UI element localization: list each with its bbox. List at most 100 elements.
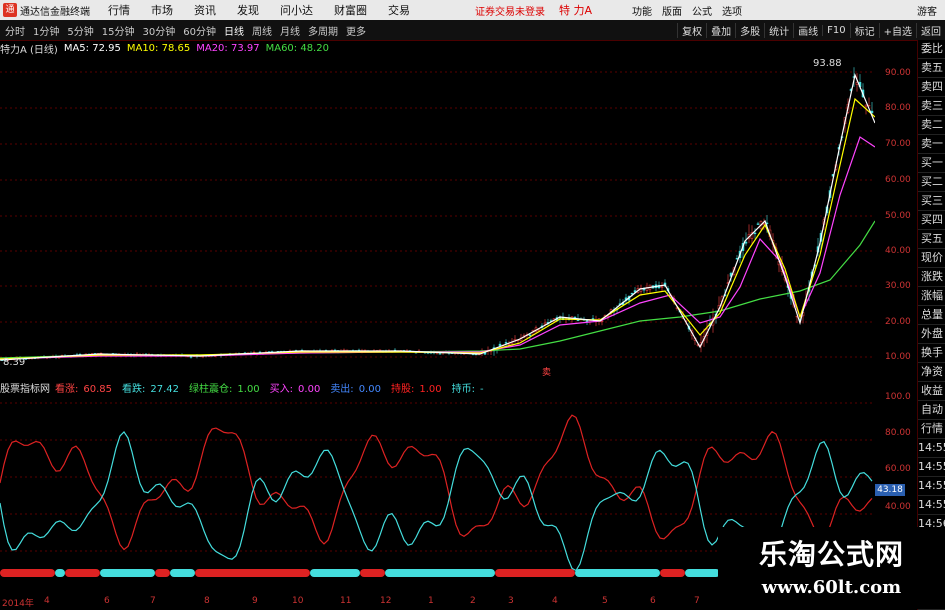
candle-body [660,286,664,288]
period-weekly[interactable]: 周线 [252,23,272,38]
signal-bar-segment [575,569,660,577]
date-tick: 3 [508,596,514,606]
sidebar-item[interactable]: 自动 [918,401,945,420]
price-tick: 10.00 [885,352,911,362]
candle-body [543,322,547,325]
sidebar-item[interactable]: 总量 [918,306,945,325]
period-monthly[interactable]: 月线 [280,23,300,38]
period-30min[interactable]: 30分钟 [142,23,175,38]
mark-button[interactable]: 标记 [849,22,879,38]
menu-options[interactable]: 选项 [722,3,742,18]
restore-rights-button[interactable]: 复权 [677,22,706,38]
menu-formula[interactable]: 公式 [692,3,712,18]
app-name: 通达信金融终端 [20,6,90,18]
low-price-label: 8.39 [3,357,26,368]
sidebar-item[interactable]: 14:55 [918,458,945,477]
candle-body [189,356,193,358]
menu-ask[interactable]: 问小达 [280,2,313,18]
sidebar-item[interactable]: 14:55 [918,477,945,496]
menu-market[interactable]: 市场 [151,2,173,18]
indicator-header: 股票指标网 看涨: 60.85 看跌: 27.42 绿柱震仓: 1.00 买入: 0.0… [0,380,494,395]
ma10-label: MA10: 78.65 [126,42,191,54]
period-60min[interactable]: 60分钟 [183,23,216,38]
menu-function[interactable]: 功能 [632,3,652,18]
sidebar-item[interactable]: 现价 [918,249,945,268]
menu-quotes[interactable]: 行情 [108,2,130,18]
sidebar-item[interactable]: 委比 [918,40,945,59]
sidebar-item[interactable]: 收益 [918,382,945,401]
candle-body [744,241,748,244]
sidebar-item[interactable]: 买一 [918,154,945,173]
period-1min[interactable]: 1分钟 [33,23,59,38]
price-tick: 30.00 [885,281,911,291]
sidebar-item[interactable]: 净资 [918,363,945,382]
price-tick: 50.00 [885,211,911,221]
sidebar-item[interactable]: 卖一 [918,135,945,154]
candle-body [504,342,508,344]
period-more[interactable]: 更多 [346,23,366,38]
sidebar-item[interactable]: 买三 [918,192,945,211]
sidebar-item[interactable]: 14:55 [918,439,945,458]
candle-body [756,223,760,225]
sidebar-item[interactable]: 卖五 [918,59,945,78]
menu-trade[interactable]: 交易 [388,2,410,18]
sidebar-item[interactable]: 行情 [918,420,945,439]
date-tick: 7 [694,596,700,606]
price-tick: 60.00 [885,175,911,185]
sidebar-item[interactable]: 卖二 [918,116,945,135]
price-tick: 40.00 [885,246,911,256]
menu-news[interactable]: 资讯 [194,2,216,18]
period-daily[interactable]: 日线 [224,23,244,38]
menu-layout[interactable]: 版面 [662,3,682,18]
price-tick: 20.00 [885,317,911,327]
date-tick: 5 [602,596,608,606]
indicator-tick: 80.00 [885,428,911,438]
date-tick: 9 [252,596,258,606]
price-chart[interactable]: 卖 [0,55,875,380]
ma60-line [0,220,875,359]
date-tick: 1 [428,596,434,606]
candle-body [573,316,577,319]
login-warning[interactable]: 证券交易未登录 [475,3,545,18]
period-15min[interactable]: 15分钟 [102,23,135,38]
sidebar-item[interactable]: 外盘 [918,325,945,344]
period-5min[interactable]: 5分钟 [67,23,93,38]
sidebar-item[interactable]: 涨跌 [918,268,945,287]
date-tick: 7 [150,596,156,606]
date-tick: 6 [104,596,110,606]
f10-button[interactable]: F10 [822,24,849,36]
signal-bar-segment [0,569,55,577]
sidebar-item[interactable]: 买二 [918,173,945,192]
candle-body [528,334,532,336]
menu-discover[interactable]: 发现 [237,2,259,18]
date-tick: 4 [552,596,558,606]
guest-label[interactable]: 游客 [917,3,937,18]
period-multi[interactable]: 多周期 [308,23,338,38]
draw-line-button[interactable]: 画线 [793,22,822,38]
menu-wealth[interactable]: 财富圈 [334,2,367,18]
watermark: 乐淘公式网 www.60lt.com [718,527,945,609]
period-tick[interactable]: 分时 [5,23,25,38]
candle-body [498,343,502,346]
quote-sidebar: 委比 卖五 卖四 卖三 卖二 卖一 买一 买二 买三 买四 买五 现价 涨跌 涨幅 总量 外盘 换手 净资 收益 自动… [917,40,945,610]
indicator-tick: 40.00 [885,502,911,512]
signal-bar-segment [195,569,310,577]
sidebar-item[interactable]: 14:55 [918,496,945,515]
sidebar-item[interactable]: 换手 [918,344,945,363]
signal-bar-segment [55,569,65,577]
price-axis: 90.00 80.00 70.00 60.00 50.00 40.00 30.00 20.00… [875,40,917,610]
statistics-button[interactable]: 统计 [764,22,793,38]
ma5-line [0,72,875,361]
multi-stock-button[interactable]: 多股 [735,22,764,38]
sidebar-item[interactable]: 买五 [918,230,945,249]
ma5-label: MA5: 72.95 [63,42,121,54]
overlay-button[interactable]: 叠加 [706,22,735,38]
back-button[interactable]: 返回 [916,22,945,38]
price-tick: 70.00 [885,139,911,149]
sidebar-item[interactable]: 卖四 [918,78,945,97]
add-watchlist-button[interactable]: +自选 [878,22,916,38]
sidebar-item[interactable]: 买四 [918,211,945,230]
sidebar-item[interactable]: 涨幅 [918,287,945,306]
sidebar-item[interactable]: 卖三 [918,97,945,116]
watermark-title: 乐淘公式网 [758,538,904,571]
